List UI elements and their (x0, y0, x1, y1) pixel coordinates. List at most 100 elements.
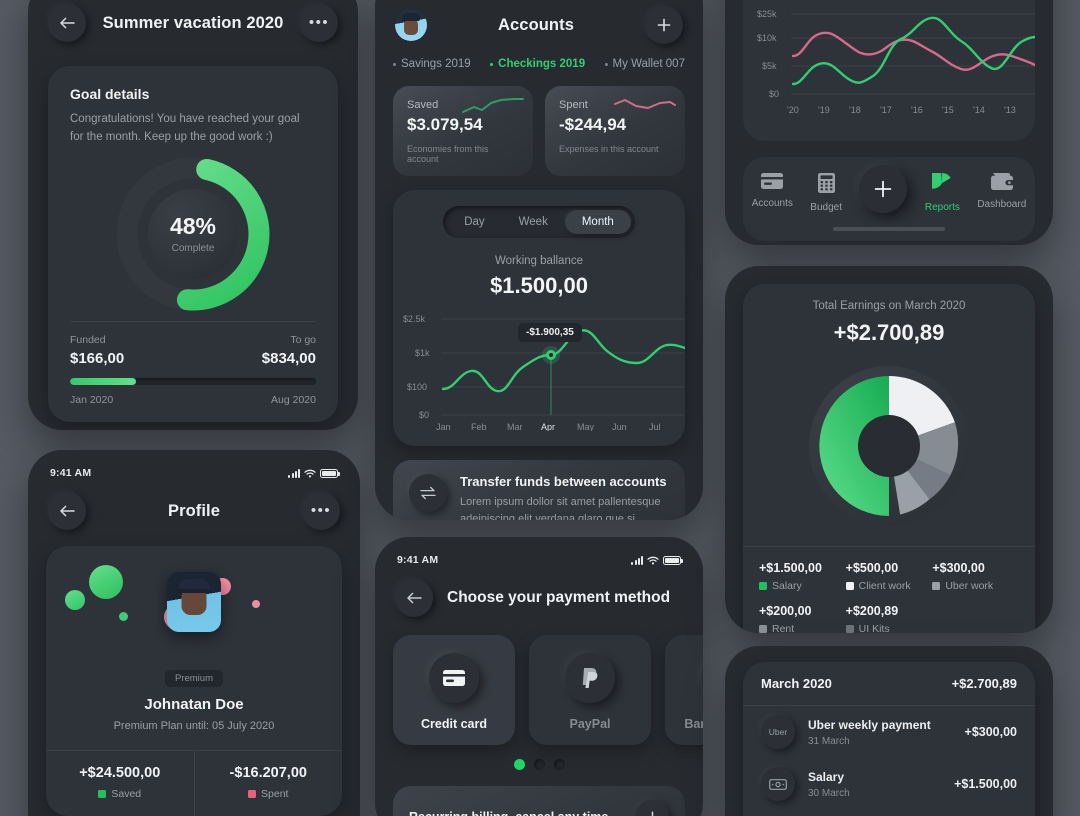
payment-method-label: Credit card (421, 717, 487, 731)
saved-summary-card[interactable]: Saved $3.079,54 Economies from this acco… (393, 86, 533, 176)
svg-text:$0: $0 (769, 89, 779, 99)
legend-swatch (759, 582, 767, 590)
svg-text:'17: '17 (880, 105, 892, 115)
total-earnings-card: Total Earnings on March 2020 +$2.700,89 (743, 284, 1035, 633)
period-week[interactable]: Week (502, 210, 565, 234)
profile-card: Premium Johnatan Doe Premium Plan until:… (46, 546, 342, 816)
tab-accounts[interactable]: Accounts (752, 173, 793, 209)
legend-amount: +$200,00 (759, 604, 812, 618)
transaction-date: 30 March (808, 787, 850, 799)
saved-label: Saved (111, 788, 142, 800)
tab-reports[interactable]: Reports (925, 173, 960, 213)
legend-label: Client work (858, 580, 911, 592)
transfer-funds-card[interactable]: Transfer funds between accounts Lorem ip… (393, 460, 685, 520)
legend-label: UI Kits (858, 623, 890, 633)
legend-item-rent: +$200,00 Rent (759, 604, 846, 633)
status-badge: Premium (164, 670, 223, 687)
svg-text:$1k: $1k (415, 348, 430, 358)
period-day[interactable]: Day (447, 210, 501, 234)
bottom-tabbar: Accounts Budget Reports Dashboard (743, 157, 1035, 241)
payment-method-credit-card[interactable]: Credit card (393, 635, 515, 745)
goal-donut-svg (116, 157, 270, 311)
paypal-icon-wrap (565, 653, 615, 703)
transfer-text-block: Transfer funds between accounts Lorem ip… (460, 474, 669, 520)
more-button[interactable]: ••• (301, 492, 340, 530)
wifi-icon (304, 469, 316, 477)
transaction-row[interactable]: Salary 30 March +$1.500,00 (743, 758, 1035, 810)
plus-icon (651, 811, 653, 816)
home-indicator (833, 227, 945, 231)
decor-blob-green-lg (89, 565, 123, 599)
account-summary-row: Saved $3.079,54 Economies from this acco… (375, 70, 703, 176)
carousel-dot-2[interactable] (533, 759, 545, 770)
back-button[interactable] (395, 579, 433, 617)
transaction-row[interactable]: Rent received 13 March +$200,00 (743, 810, 1035, 816)
transactions-month-total: +$2.700,89 (951, 676, 1017, 691)
legend-amount: +$1.500,00 (759, 561, 822, 575)
period-month[interactable]: Month (564, 210, 631, 234)
add-transaction-fab[interactable] (859, 165, 908, 213)
add-account-button[interactable] (644, 6, 683, 44)
earnings-donut-svg (809, 366, 969, 526)
recurring-billing-label: Recurring billing, cancel any time (409, 810, 608, 816)
svg-text:'20: '20 (787, 105, 799, 115)
account-tab-savings[interactable]: Savings 2019 (393, 58, 471, 70)
payment-method-label: Bank Transfer (684, 717, 703, 731)
transaction-row[interactable]: Uber Uber weekly payment 31 March +$300,… (743, 706, 1035, 758)
tab-label: Dashboard (977, 199, 1027, 210)
spent-summary-card[interactable]: Spent -$244,94 Expenses in this account (545, 86, 685, 176)
tab-label: Reports (924, 202, 960, 213)
legend-label-row: Rent (759, 623, 846, 633)
payment-method-paypal[interactable]: PayPal (529, 635, 651, 745)
goal-end-date: Aug 2020 (271, 393, 316, 406)
more-button[interactable]: ••• (300, 4, 338, 42)
svg-text:Apr: Apr (541, 422, 555, 431)
recurring-add-button[interactable] (635, 800, 669, 816)
transaction-amount: +$1.500,00 (954, 777, 1017, 791)
earnings-screen: Total Earnings on March 2020 +$2.700,89 (725, 266, 1053, 633)
carousel-dot-3[interactable] (553, 759, 565, 770)
transfer-title: Transfer funds between accounts (460, 474, 667, 489)
saved-amount: +$24.500,00 (79, 765, 161, 781)
avatar[interactable] (395, 9, 427, 41)
goal-navbar: Summer vacation 2020 ••• (28, 0, 358, 42)
avatar-zone (46, 564, 342, 668)
decor-blob-green-sm (119, 612, 128, 621)
legend-swatch (759, 625, 767, 633)
transaction-title: Uber weekly payment (808, 717, 931, 732)
reports-line-chart-svg: $25k $10k $5k $0 '20 '19 '18 '17 '16 '15 '14 '… (757, 9, 1037, 115)
tab-dashboard[interactable]: Dashboard (977, 173, 1026, 210)
goal-card-title: Goal details (70, 86, 150, 102)
recurring-billing-row[interactable]: Recurring billing, cancel any time (393, 786, 685, 816)
transaction-text: Salary 30 March (808, 770, 941, 799)
back-button[interactable] (48, 492, 86, 530)
credit-card-icon-wrap (429, 653, 479, 703)
payment-method-screen: 9:41 AM Choose your payment method Credi… (375, 537, 703, 816)
saved-value: $3.079,54 (407, 115, 483, 134)
svg-text:$0: $0 (419, 410, 429, 420)
profile-plan: Premium Plan until: 05 July 2020 (113, 720, 275, 732)
tab-label: Budget (810, 202, 842, 213)
legend-label-row: Uber work (932, 580, 1019, 592)
account-tab-label: My Wallet 007 (612, 58, 685, 70)
svg-text:'16: '16 (911, 105, 923, 115)
payment-method-bank-transfer[interactable]: Bank Transfer (665, 635, 703, 745)
svg-text:Jul: Jul (649, 422, 661, 431)
pie-chart-icon (932, 173, 952, 189)
back-button[interactable] (48, 4, 86, 42)
legend-swatch (845, 625, 854, 633)
tab-budget[interactable]: Budget (810, 173, 842, 213)
account-tab-wallet[interactable]: My Wallet 007 (604, 58, 685, 70)
carousel-dot-1[interactable] (513, 759, 525, 770)
accounts-header: Accounts (375, 0, 703, 44)
saved-sparkline-icon (462, 98, 524, 113)
svg-text:May: May (577, 422, 595, 431)
svg-text:$5k: $5k (762, 61, 777, 71)
battery-icon (663, 555, 683, 565)
wifi-icon (647, 556, 659, 564)
account-tab-checkings[interactable]: Checkings 2019 (490, 58, 585, 70)
avatar-cap-brim (177, 589, 211, 593)
page-title: Choose your payment method (447, 589, 671, 606)
reports-screen: $25k $10k $5k $0 '20 '19 '18 '17 '16 '15 '14 '… (725, 0, 1053, 245)
stat-spent: -$16.207,00 Spent (193, 751, 343, 816)
